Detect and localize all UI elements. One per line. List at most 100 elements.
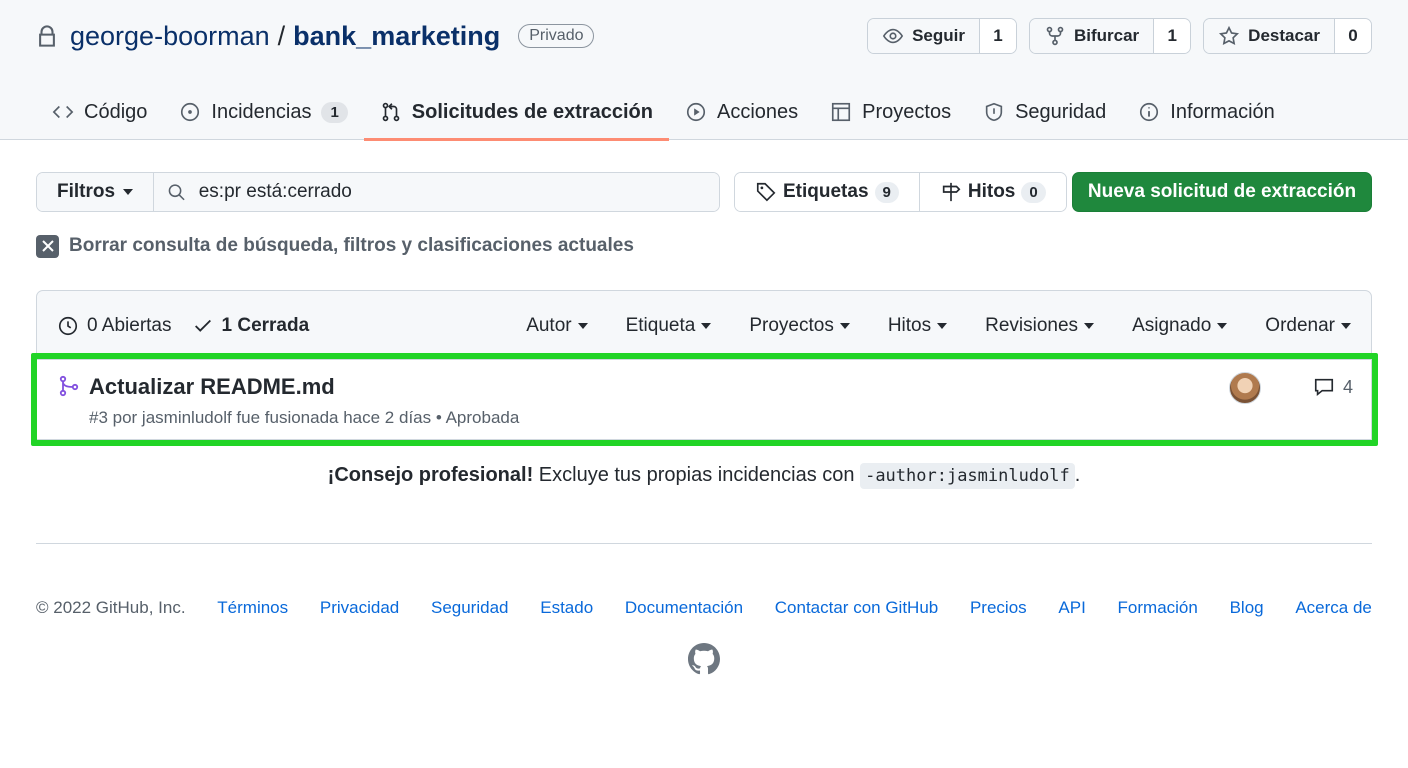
tab-projects[interactable]: Proyectos [814,84,967,140]
reviews-dropdown[interactable]: Revisiones [985,315,1095,337]
tab-pull-requests[interactable]: Solicitudes de extracción [363,84,670,141]
tab-pull-requests-label: Solicitudes de extracción [411,100,653,123]
star-button[interactable]: Destacar [1204,19,1335,53]
clear-query-link[interactable]: Borrar consulta de búsqueda, filtros y c… [36,234,634,258]
open-count-label: 0 Abiertas [87,315,172,336]
footer-link-training[interactable]: Formación [1118,598,1198,618]
state-toggles: 0 Abiertas 1 Cerrada [57,291,309,361]
avatar[interactable] [1229,372,1261,404]
shield-icon [985,102,1003,122]
info-icon [1140,102,1159,122]
footer-link-api[interactable]: API [1058,598,1085,618]
merged-icon [59,375,79,397]
sort-dropdown[interactable]: Ordenar [1265,315,1351,337]
filters-dropdown-button[interactable]: Filtros [37,173,155,211]
author-dropdown[interactable]: Autor [526,315,588,337]
clock-icon [58,316,78,336]
chevron-down-icon [701,323,712,329]
footer-link-blog[interactable]: Blog [1230,598,1264,618]
pro-tip-bold: ¡Consejo profesional! [327,464,534,486]
repo-tabs: Código Incidencias 1 Solicitudes de extr… [36,84,1291,141]
fork-count[interactable]: 1 [1154,19,1191,53]
tab-issues[interactable]: Incidencias 1 [163,84,363,140]
open-filter[interactable]: 0 Abiertas [57,315,172,337]
issue-icon [181,102,200,122]
tab-security-label: Seguridad [1015,100,1107,123]
search-icon [168,184,185,201]
star-label: Destacar [1248,26,1320,45]
repo-name-link[interactable]: bank_marketing [293,21,500,52]
table-icon [832,102,851,122]
repo-owner-link[interactable]: george-boorman [70,21,270,52]
footer-link-privacy[interactable]: Privacidad [320,598,399,618]
comment-icon [1314,378,1334,397]
milestones-dropdown[interactable]: Hitos [888,315,948,337]
tab-issues-count: 1 [321,101,348,123]
pr-title-link[interactable]: Actualizar README.md [89,374,335,400]
reviews-label: Revisiones [985,315,1079,336]
tab-actions[interactable]: Acciones [669,84,814,140]
milestones-button[interactable]: Hitos 0 [918,173,1066,211]
milestones-count: 0 [1021,181,1046,203]
filters-row: Filtros Etiquetas 9 Hitos 0 Nueva solici… [36,172,1372,212]
tab-security[interactable]: Seguridad [967,84,1122,140]
repo-header: george-boorman / bank_marketing Privado … [0,0,1408,141]
tab-insights[interactable]: Información [1122,84,1291,140]
assignee-dropdown[interactable]: Asignado [1132,315,1228,337]
footer: © 2022 GitHub, Inc. Términos Privacidad … [36,598,1372,618]
chevron-down-icon [937,323,948,329]
fork-label: Bifurcar [1073,26,1140,45]
repo-actions: Seguir 1 Bifurcar 1 Destacar 0 [867,18,1372,54]
label-dropdown[interactable]: Etiqueta [626,315,712,337]
table-row: Actualizar README.md #3 por jasminludolf… [36,360,1372,440]
chevron-down-icon [123,189,134,195]
footer-link-pricing[interactable]: Precios [970,598,1027,618]
tab-issues-label: Incidencias [211,100,312,123]
code-icon [52,105,74,119]
pr-meta: #3 por jasminludolf fue fusionada hace 2… [89,408,520,427]
labels-button[interactable]: Etiquetas 9 [735,173,919,211]
footer-link-security[interactable]: Seguridad [431,598,509,618]
github-logo-icon[interactable] [688,643,720,675]
watch-button[interactable]: Seguir [868,19,980,53]
projects-dropdown[interactable]: Proyectos [749,315,850,337]
visibility-badge: Privado [518,24,595,48]
footer-link-about[interactable]: Acerca de [1295,598,1372,618]
footer-link-status[interactable]: Estado [540,598,593,618]
pro-tip-end: . [1074,464,1081,486]
repo-separator: / [277,20,286,51]
lock-icon [39,25,55,47]
tab-projects-label: Proyectos [862,100,952,123]
watch-button-group: Seguir 1 [867,18,1017,54]
watch-count[interactable]: 1 [979,19,1016,53]
closed-filter[interactable]: 1 Cerrada [192,315,310,337]
labels-count: 9 [874,181,899,203]
closed-count-label: 1 Cerrada [221,315,310,336]
sort-filters: Autor Etiqueta Proyectos Hitos Revisione… [526,291,1351,361]
fork-button[interactable]: Bifurcar [1029,19,1155,53]
new-pull-request-button[interactable]: Nueva solicitud de extracción [1072,172,1372,212]
star-icon [1219,25,1240,46]
projects-label: Proyectos [749,315,834,336]
pro-tip: ¡Consejo profesional! Excluye tus propia… [0,463,1408,489]
pro-tip-text: Excluye tus propias incidencias con [533,464,861,486]
sort-label: Ordenar [1265,315,1335,336]
footer-divider [36,543,1372,544]
footer-link-docs[interactable]: Documentación [625,598,743,618]
chevron-down-icon [1341,323,1351,329]
comments-link[interactable]: 4 [1313,376,1353,398]
chevron-down-icon [577,323,588,329]
tab-insights-label: Información [1170,100,1275,123]
search-input[interactable] [198,181,707,203]
pull-request-icon [382,102,400,122]
pro-tip-code[interactable]: -author:jasminludolf [860,463,1075,489]
filter-search-box: Filtros [36,172,720,212]
footer-link-terms[interactable]: Términos [217,598,288,618]
fork-button-group: Bifurcar 1 [1028,18,1192,54]
label-label: Etiqueta [625,315,696,336]
footer-link-contact[interactable]: Contactar con GitHub [775,598,938,618]
assignee-label: Asignado [1132,315,1212,336]
tab-code[interactable]: Código [36,84,163,140]
tag-icon [756,182,776,202]
star-count[interactable]: 0 [1335,19,1371,53]
